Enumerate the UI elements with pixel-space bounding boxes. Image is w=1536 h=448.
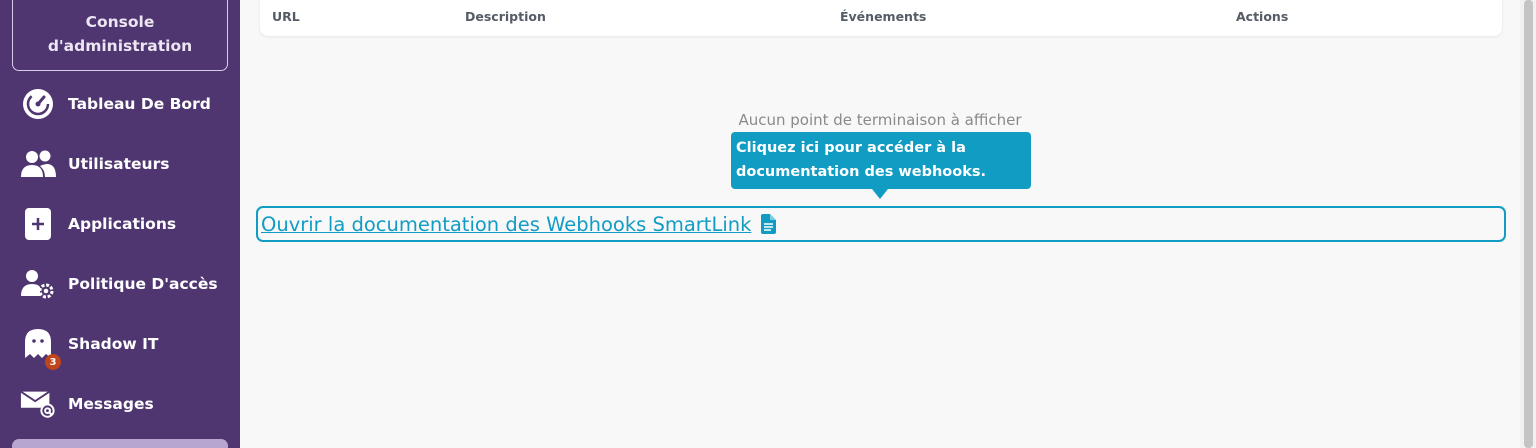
column-header-description[interactable]: Description — [465, 9, 546, 24]
tooltip-text: Cliquez ici pour accéder à la documentat… — [736, 140, 987, 180]
doc-link-highlight: Ouvrir la documentation des Webhooks Sma… — [256, 206, 1506, 242]
admin-console-label: Console d'administration — [47, 12, 193, 55]
webhooks-doc-link[interactable]: Ouvrir la documentation des Webhooks Sma… — [261, 213, 751, 236]
webhooks-table: URL Description Événements Actions — [260, 0, 1502, 36]
user-gear-icon — [20, 266, 56, 302]
shadow-it-count-badge: 3 — [45, 354, 61, 370]
sidebar-item-label: Politique D'accès — [68, 275, 218, 293]
column-header-url[interactable]: URL — [272, 9, 300, 24]
sidebar-item-label: Shadow IT — [68, 335, 159, 353]
sidebar-item-shadow-it[interactable]: Shadow IT — [0, 314, 240, 374]
vertical-scrollbar[interactable] — [1520, 0, 1536, 448]
users-icon — [20, 146, 56, 182]
sidebar-item-label: Tableau De Bord — [68, 95, 211, 113]
tooltip-arrow — [872, 189, 888, 199]
sidebar-item-applications[interactable]: Applications — [0, 194, 240, 254]
sidebar-item-label: Utilisateurs — [68, 155, 170, 173]
add-app-icon — [20, 206, 56, 242]
mail-at-icon — [20, 386, 56, 422]
admin-console-button[interactable]: Console d'administration — [12, 0, 228, 71]
sidebar-item-messages[interactable]: Messages — [0, 374, 240, 434]
empty-state-message: Aucun point de terminaison à afficher — [738, 111, 1022, 129]
sidebar: Console d'administration Tableau De Bord… — [0, 0, 240, 448]
dashboard-icon — [20, 86, 56, 122]
column-header-events[interactable]: Événements — [840, 9, 926, 24]
sidebar-item-access-policy[interactable]: Politique D'accès — [0, 254, 240, 314]
sidebar-item-users[interactable]: Utilisateurs — [0, 134, 240, 194]
sidebar-item-label: Messages — [68, 395, 154, 413]
doc-tooltip: Cliquez ici pour accéder à la documentat… — [731, 132, 1031, 189]
sidebar-item-selected[interactable] — [12, 439, 228, 448]
sidebar-item-label: Applications — [68, 215, 177, 233]
document-icon[interactable] — [760, 214, 777, 234]
main-content: URL Description Événements Actions Aucun… — [240, 0, 1520, 448]
sidebar-item-dashboard[interactable]: Tableau De Bord — [0, 74, 240, 134]
scrollbar-thumb[interactable] — [1524, 0, 1533, 448]
column-header-actions[interactable]: Actions — [1236, 9, 1288, 24]
